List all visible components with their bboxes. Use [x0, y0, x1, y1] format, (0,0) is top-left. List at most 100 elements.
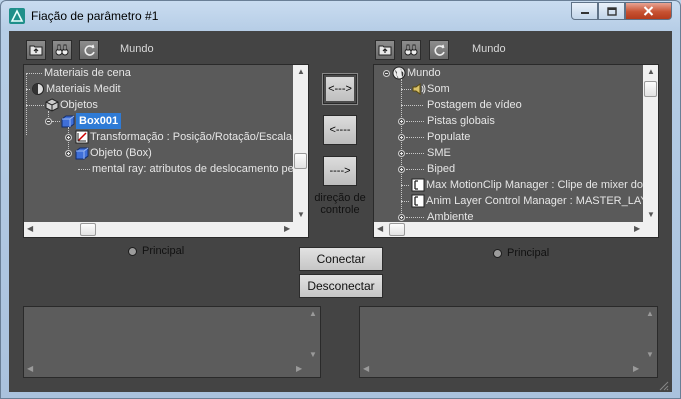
scroll-thumb[interactable] [80, 223, 96, 236]
right-direction-button[interactable]: ----> [323, 156, 357, 186]
expand-biped-icon[interactable] [398, 166, 405, 173]
left-horizontal-scrollbar[interactable]: ◀ ▶ [24, 222, 293, 237]
tree-guide [52, 121, 60, 122]
right-expression-vscroll[interactable]: ▲ ▼ [642, 307, 657, 362]
scroll-up-icon[interactable]: ▲ [309, 310, 317, 318]
connect-button[interactable]: Conectar [299, 247, 383, 271]
tree-item-mental-ray-displacement[interactable]: mental ray: atributos de deslocamento pe [92, 161, 293, 177]
tree-item-environment[interactable]: Ambiente [427, 209, 473, 222]
tree-guide [401, 201, 409, 202]
resize-grip-icon[interactable] [657, 379, 669, 391]
scroll-down-icon[interactable]: ▼ [297, 211, 305, 219]
tree-item-medit-materials[interactable]: Materiais Medit [46, 81, 121, 97]
scroll-right-icon[interactable]: ▶ [634, 225, 640, 233]
expand-environment-icon[interactable] [398, 214, 405, 221]
left-refresh-tool-button[interactable] [79, 40, 99, 60]
scroll-down-icon[interactable]: ▼ [646, 351, 654, 359]
minimize-icon [580, 12, 589, 14]
bidirectional-button[interactable]: <---> [322, 73, 358, 105]
title-bar[interactable]: Fiação de parâmetro #1 [1, 1, 680, 31]
expand-sme-icon[interactable] [398, 150, 405, 157]
tree-item-transform[interactable]: Transformação : Posição/Rotação/Escala [90, 129, 292, 145]
tree-item-biped[interactable]: Biped [427, 161, 455, 177]
right-refresh-tool-button[interactable] [429, 40, 449, 60]
tree-guide [401, 185, 409, 186]
tree-guide [401, 89, 411, 90]
tree-item-sound[interactable]: Som [427, 81, 450, 97]
right-expression-box[interactable]: ▲ ▼ ◀ ▶ [359, 306, 658, 378]
objects-cube-icon [45, 98, 59, 112]
tree-guide [406, 153, 424, 154]
scroll-thumb[interactable] [644, 81, 657, 97]
left-expression-hscroll[interactable]: ◀ ▶ [24, 362, 305, 377]
tree-item-scene-materials[interactable]: Materiais de cena [44, 65, 131, 81]
tree-item-global-tracks[interactable]: Pistas globais [427, 113, 495, 129]
scroll-up-icon[interactable]: ▲ [646, 310, 654, 318]
scroll-left-icon[interactable]: ◀ [363, 365, 369, 373]
right-find-tool-button[interactable] [401, 40, 421, 60]
right-horizontal-scrollbar[interactable]: ◀ ▶ [374, 222, 643, 237]
scroll-right-icon[interactable]: ▶ [296, 365, 302, 373]
collapse-world-icon[interactable] [383, 70, 390, 77]
tree-item-objects[interactable]: Objetos [60, 97, 98, 113]
tree-guide [406, 121, 424, 122]
tree-guide [26, 89, 30, 90]
tree-item-world[interactable]: Mundo [407, 65, 441, 81]
controller-icon [411, 178, 425, 192]
close-icon [643, 6, 654, 16]
scroll-down-icon[interactable]: ▼ [647, 211, 655, 219]
left-expression-box[interactable]: ▲ ▼ ◀ ▶ [23, 306, 321, 378]
left-principal-radio[interactable] [128, 247, 137, 256]
left-expression-vscroll[interactable]: ▲ ▼ [305, 307, 320, 362]
scroll-up-icon[interactable]: ▲ [297, 68, 305, 76]
scroll-thumb[interactable] [389, 223, 405, 236]
left-tree[interactable]: Materiais de cena Materiais Medit Objeto… [24, 65, 293, 222]
tree-item-video-post[interactable]: Postagem de vídeo [427, 97, 522, 113]
scroll-left-icon[interactable]: ◀ [377, 225, 383, 233]
expand-transform-icon[interactable] [65, 134, 72, 141]
left-find-tool-button[interactable] [52, 40, 72, 60]
tree-item-motionclip-manager[interactable]: Max MotionClip Manager : Clipe de mixer … [426, 177, 643, 193]
tree-item-box001[interactable]: Box001 [76, 113, 122, 129]
left-direction-button[interactable]: <---- [323, 115, 357, 145]
scroll-left-icon[interactable]: ◀ [27, 225, 33, 233]
tree-item-object-box[interactable]: Objeto (Box) [90, 145, 152, 161]
scroll-thumb[interactable] [294, 153, 307, 169]
close-button[interactable] [625, 2, 672, 20]
scroll-down-icon[interactable]: ▼ [309, 351, 317, 359]
tree-item-anim-layer-manager[interactable]: Anim Layer Control Manager : MASTER_LAYE [426, 193, 643, 209]
tree-guide [401, 105, 423, 106]
tree-guide [406, 169, 424, 170]
scroll-right-icon[interactable]: ▶ [633, 365, 639, 373]
tree-item-sme[interactable]: SME [427, 145, 451, 161]
left-folder-tool-button[interactable] [26, 40, 46, 60]
right-tree[interactable]: Mundo Som Postagem de vídeo Pistas globa… [374, 65, 643, 222]
window-title: Fiação de parâmetro #1 [31, 9, 159, 23]
scroll-up-icon[interactable]: ▲ [647, 68, 655, 76]
expand-populate-icon[interactable] [398, 134, 405, 141]
maximize-button[interactable] [598, 2, 625, 20]
disconnect-button[interactable]: Desconectar [299, 274, 383, 298]
scroll-right-icon[interactable]: ▶ [284, 225, 290, 233]
right-vertical-scrollbar[interactable]: ▲ ▼ [643, 65, 658, 222]
controller-icon [411, 194, 425, 208]
right-expression-hscroll[interactable]: ◀ ▶ [360, 362, 642, 377]
tree-item-populate[interactable]: Populate [427, 129, 470, 145]
collapse-box001-icon[interactable] [45, 118, 52, 125]
left-tree-panel[interactable]: Materiais de cena Materiais Medit Objeto… [23, 64, 309, 238]
right-principal-radio[interactable] [493, 249, 502, 258]
control-direction-line1: direção de [314, 192, 366, 204]
right-panel-label: Mundo [472, 43, 506, 55]
tree-guide [78, 169, 90, 170]
expand-object-box-icon[interactable] [65, 150, 72, 157]
binoculars-icon [55, 44, 69, 56]
minimize-button[interactable] [571, 2, 598, 20]
refresh-icon [433, 44, 445, 56]
right-tree-panel[interactable]: Mundo Som Postagem de vídeo Pistas globa… [373, 64, 659, 238]
transform-controller-icon [75, 130, 89, 144]
material-sphere-icon [32, 83, 44, 95]
globe-icon [392, 66, 406, 80]
right-folder-tool-button[interactable] [375, 40, 395, 60]
scroll-left-icon[interactable]: ◀ [27, 365, 33, 373]
expand-global-tracks-icon[interactable] [398, 118, 405, 125]
